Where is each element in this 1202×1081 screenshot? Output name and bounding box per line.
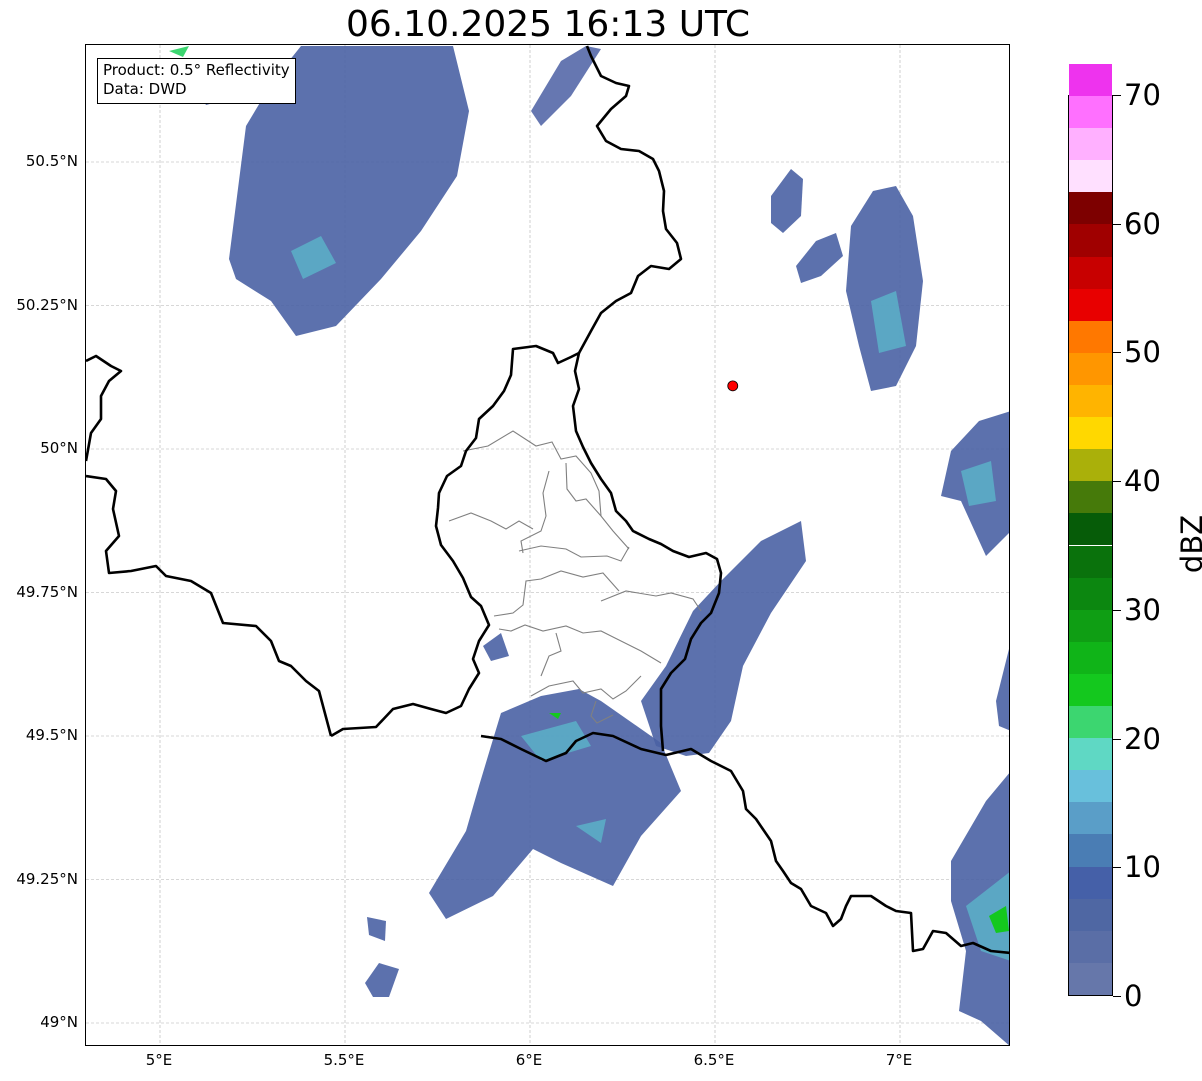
map-canvas (86, 45, 1009, 1045)
colorbar-tick (1113, 867, 1121, 869)
colorbar-segment (1069, 545, 1112, 578)
colorbar-segment (1069, 160, 1112, 193)
map-title: 06.10.2025 16:13 UTC (345, 4, 751, 45)
colorbar-segment (1069, 192, 1112, 225)
national-border (577, 45, 683, 354)
colorbar-tick-label: 70 (1124, 78, 1161, 112)
colorbar-segment (1069, 577, 1112, 610)
colorbar-segment (1069, 128, 1112, 161)
longitude-tick-label: 6°E (515, 1051, 543, 1069)
colorbar-tick-label: 10 (1124, 850, 1161, 885)
colorbar-unit: dBZ (1175, 514, 1202, 574)
info-box: Product: 0.5° Reflectivity Data: DWD (97, 58, 296, 104)
colorbar-tick-label: 40 (1124, 464, 1161, 499)
colorbar-tick (1113, 996, 1121, 997)
echo-northeast-b (846, 186, 923, 391)
colorbar-segment (1069, 449, 1112, 482)
admin-border (565, 462, 630, 550)
longitude-tick-label: 6.5°E (693, 1051, 735, 1069)
colorbar-tick (1113, 738, 1121, 740)
colorbar-segment (1069, 738, 1112, 771)
echo-west-small (483, 633, 509, 661)
colorbar-tick-label: 20 (1124, 721, 1161, 756)
colorbar-segment (1069, 834, 1112, 867)
colorbar-tick (1113, 609, 1121, 611)
colorbar-segment (1069, 930, 1112, 963)
echo-river-band (641, 521, 806, 756)
colorbar-segment (1069, 673, 1112, 707)
echo-north-streak (531, 46, 601, 126)
data-source-label: Data: DWD (103, 80, 187, 98)
latitude-tick-label: 49.25°N (16, 869, 78, 888)
latitude-tick-label: 50.5°N (25, 152, 78, 170)
longitude-tick-label: 5.5°E (323, 1051, 365, 1069)
colorbar-tick (1113, 481, 1121, 483)
latitude-tick-label: 50°N (40, 439, 78, 457)
admin-border (540, 632, 562, 677)
colorbar-segment (1069, 63, 1112, 96)
colorbar-segment (1069, 706, 1112, 739)
echo-northeast-c (796, 233, 843, 283)
colorbar-tick (1113, 223, 1121, 225)
latitude-tick-label: 49.5°N (25, 726, 78, 744)
colorbar-segment (1069, 513, 1112, 546)
national-border (86, 474, 333, 737)
admin-border (518, 545, 630, 562)
colorbar-tick-label: 0 (1124, 979, 1143, 1013)
admin-border (448, 512, 534, 530)
colorbar-segment (1069, 352, 1112, 385)
admin-border (498, 624, 662, 664)
radar-map[interactable] (85, 44, 1010, 1046)
colorbar-segment (1069, 962, 1112, 995)
echo-green-spot (169, 46, 189, 57)
colorbar-segment (1069, 481, 1112, 514)
latitude-tick-label: 50.25°N (16, 295, 78, 314)
colorbar-segment (1069, 770, 1112, 803)
radar-site-marker (727, 380, 739, 392)
admin-border (600, 590, 702, 612)
echo-northeast-a (771, 169, 803, 233)
colorbar-segment (1069, 866, 1112, 899)
national-border (86, 354, 123, 462)
colorbar-segment (1069, 802, 1112, 835)
echo-east-mid (996, 649, 1009, 731)
latitude-tick-label: 49.75°N (16, 582, 78, 601)
colorbar-segment (1069, 288, 1112, 321)
product-label: Product: 0.5° Reflectivity (103, 61, 290, 79)
colorbar-tick (1113, 95, 1121, 96)
colorbar-segment (1069, 224, 1112, 257)
colorbar-segment (1069, 256, 1112, 289)
colorbar-segment (1069, 417, 1112, 450)
colorbar-segment (1069, 320, 1112, 353)
colorbar-segment (1069, 609, 1112, 642)
colorbar (1068, 63, 1113, 996)
colorbar-segment (1069, 898, 1112, 931)
latitude-tick-label: 49°N (40, 1013, 78, 1031)
colorbar-tick (1113, 352, 1121, 354)
echo-southwest-small-b (365, 963, 399, 997)
admin-border (520, 470, 550, 554)
colorbar-segment (1069, 384, 1112, 418)
colorbar-tick-label: 60 (1124, 206, 1161, 241)
colorbar-segment (1069, 96, 1112, 129)
colorbar-tick-label: 30 (1124, 592, 1161, 627)
echo-southwest-small-a (367, 917, 386, 941)
colorbar-tick-label: 50 (1124, 335, 1161, 370)
longitude-tick-label: 5°E (145, 1051, 173, 1069)
echo-south-band (429, 689, 681, 919)
colorbar-segment (1069, 641, 1112, 674)
admin-border (493, 570, 620, 617)
longitude-tick-label: 7°E (885, 1051, 913, 1069)
